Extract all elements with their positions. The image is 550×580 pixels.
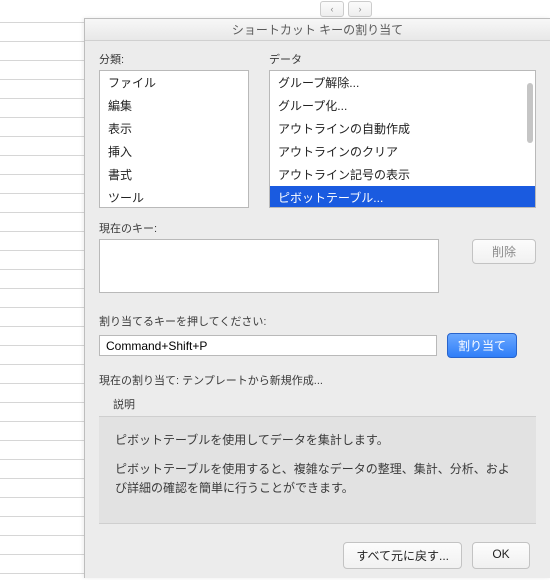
categories-label: 分類: bbox=[99, 51, 249, 67]
command-item[interactable]: グループ化... bbox=[270, 94, 535, 117]
current-keys-box[interactable] bbox=[99, 239, 439, 293]
shortcut-assignment-dialog: ショートカット キーの割り当て 分類: ファイル編集表示挿入書式ツールデータ デ… bbox=[84, 18, 550, 578]
command-item[interactable]: アウトラインのクリア bbox=[270, 140, 535, 163]
description-line1: ピボットテーブルを使用してデータを集計します。 bbox=[115, 431, 520, 450]
current-assignment-value: テンプレートから新規作成... bbox=[182, 375, 323, 387]
description-label: 説明 bbox=[113, 396, 536, 412]
commands-listbox[interactable]: グループ解除...グループ化...アウトラインの自動作成アウトラインのクリアアウ… bbox=[269, 70, 536, 208]
toolbar-fragment: ‹ › bbox=[320, 0, 372, 18]
category-item[interactable]: ツール bbox=[100, 186, 248, 208]
command-item[interactable]: アウトライン記号の表示 bbox=[270, 163, 535, 186]
description-box: ピボットテーブルを使用してデータを集計します。 ピボットテーブルを使用すると、複… bbox=[99, 416, 536, 524]
nav-prev-button[interactable]: ‹ bbox=[320, 1, 344, 17]
command-item[interactable]: アウトラインの自動作成 bbox=[270, 117, 535, 140]
category-item[interactable]: ファイル bbox=[100, 71, 248, 94]
category-item[interactable]: 表示 bbox=[100, 117, 248, 140]
category-item[interactable]: 書式 bbox=[100, 163, 248, 186]
scrollbar[interactable] bbox=[527, 83, 533, 143]
current-assignment-label: 現在の割り当て: bbox=[99, 375, 179, 387]
categories-listbox[interactable]: ファイル編集表示挿入書式ツールデータ bbox=[99, 70, 249, 208]
shortcut-input[interactable]: Command+Shift+P bbox=[99, 335, 437, 356]
delete-button[interactable]: 削除 bbox=[472, 239, 536, 264]
category-item[interactable]: 編集 bbox=[100, 94, 248, 117]
command-item[interactable]: グループ解除... bbox=[270, 71, 535, 94]
command-item[interactable]: ピボットテーブル... bbox=[270, 186, 535, 208]
commands-label: データ bbox=[269, 51, 536, 67]
current-keys-label: 現在のキー: bbox=[99, 220, 536, 236]
reset-all-button[interactable]: すべて元に戻す... bbox=[343, 542, 462, 569]
description-line2: ピボットテーブルを使用すると、複雑なデータの整理、集計、分析、および詳細の確認を… bbox=[115, 460, 520, 498]
current-assignment: 現在の割り当て: テンプレートから新規作成... bbox=[99, 372, 536, 388]
assign-button[interactable]: 割り当て bbox=[447, 333, 517, 358]
ok-button[interactable]: OK bbox=[472, 542, 530, 569]
category-item[interactable]: 挿入 bbox=[100, 140, 248, 163]
dialog-title: ショートカット キーの割り当て bbox=[85, 19, 550, 41]
assign-prompt-label: 割り当てるキーを押してください: bbox=[99, 313, 536, 329]
nav-next-button[interactable]: › bbox=[348, 1, 372, 17]
